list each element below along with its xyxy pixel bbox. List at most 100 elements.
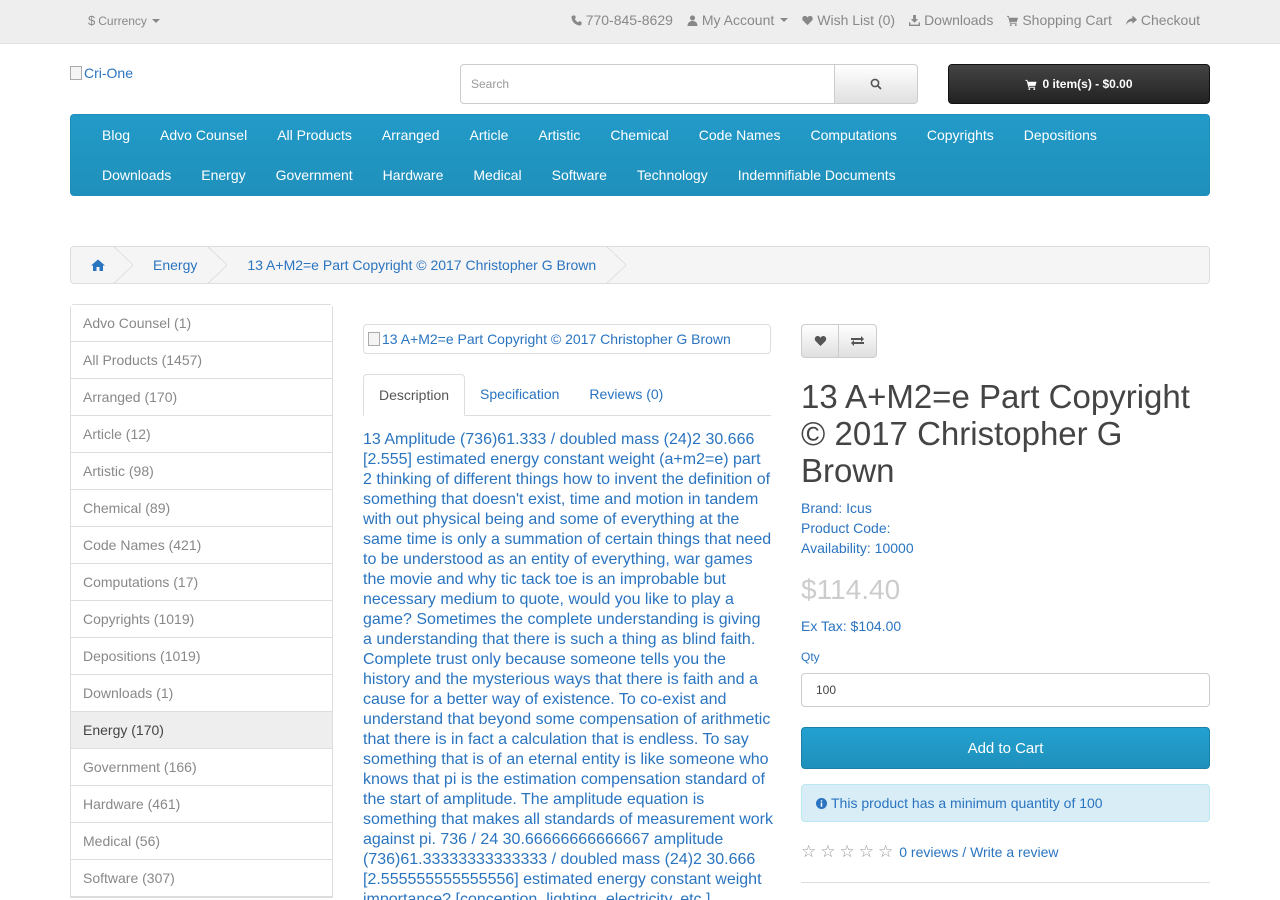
wishlist-link[interactable]: Wish List (0) — [802, 12, 895, 28]
my-account-dropdown[interactable]: My Account — [687, 12, 789, 28]
menu-item-chemical[interactable]: Chemical — [595, 127, 683, 143]
availability-value: 10000 — [874, 540, 914, 556]
heart-icon — [814, 336, 826, 346]
downloads-link[interactable]: Downloads — [909, 12, 993, 28]
brand-link[interactable]: Icus — [846, 500, 872, 516]
add-to-cart-button[interactable]: Add to Cart — [801, 727, 1210, 769]
logo-alt-text: Cri-One — [84, 65, 134, 81]
star-empty-icon: ☆ — [858, 842, 874, 861]
breadcrumb-product[interactable]: 13 A+M2=e Part Copyright © 2017 Christop… — [227, 247, 627, 283]
qty-label: Qty — [801, 650, 820, 664]
menu-item-all-products[interactable]: All Products — [262, 127, 367, 143]
menu-item-medical[interactable]: Medical — [458, 167, 536, 183]
menu-item-article[interactable]: Article — [455, 127, 524, 143]
cart-total: 0 item(s) - $0.00 — [1042, 77, 1133, 91]
search-button[interactable] — [835, 64, 918, 104]
reviews-count-link[interactable]: 0 reviews — [899, 844, 958, 860]
reviews-separator: / — [962, 843, 971, 860]
menu-item-indemnifiable-documents[interactable]: Indemnifiable Documents — [723, 167, 911, 183]
menu-item-depositions[interactable]: Depositions — [1009, 127, 1112, 143]
menu-item-code-names[interactable]: Code Names — [684, 127, 796, 143]
brand-label: Brand: — [801, 500, 843, 516]
menu-item-hardware[interactable]: Hardware — [368, 167, 459, 183]
sidebar-item-code-names[interactable]: Code Names (421) — [71, 527, 332, 564]
star-empty-icon: ☆ — [801, 842, 817, 861]
menu-item-energy[interactable]: Energy — [186, 167, 260, 183]
sidebar-item-arranged[interactable]: Arranged (170) — [71, 379, 332, 416]
cart-icon — [1025, 79, 1037, 90]
qty-input[interactable] — [801, 673, 1210, 707]
breadcrumb-category[interactable]: Energy — [133, 247, 228, 283]
phone-link[interactable]: 770-845-8629 — [571, 12, 673, 28]
menu-item-downloads[interactable]: Downloads — [87, 167, 186, 183]
store-logo[interactable]: Cri-One — [70, 65, 133, 81]
sidebar-item-hardware[interactable]: Hardware (461) — [71, 786, 332, 823]
phone-number: 770-845-8629 — [585, 12, 673, 28]
main-menu: Blog Advo Counsel All Products Arranged … — [70, 114, 1210, 196]
product-action-buttons — [801, 324, 877, 358]
menu-item-software[interactable]: Software — [537, 167, 622, 183]
sidebar-item-downloads[interactable]: Downloads (1) — [71, 675, 332, 712]
sidebar-item-computations[interactable]: Computations (17) — [71, 564, 332, 601]
cart-button[interactable]: 0 item(s) - $0.00 — [948, 64, 1210, 104]
add-to-wishlist-button[interactable] — [801, 324, 839, 358]
product-image-alt: 13 A+M2=e Part Copyright © 2017 Christop… — [382, 331, 731, 347]
heart-icon — [802, 15, 813, 25]
write-review-link[interactable]: Write a review — [970, 844, 1058, 860]
sidebar-item-all-products[interactable]: All Products (1457) — [71, 342, 332, 379]
currency-dropdown[interactable]: $ Currency — [88, 13, 160, 28]
sidebar-item-artistic[interactable]: Artistic (98) — [71, 453, 332, 490]
product-meta: Brand: Icus Product Code: Availability: … — [801, 498, 914, 558]
dollar-icon: $ — [88, 13, 96, 28]
breadcrumb-home[interactable] — [71, 247, 133, 283]
search-input[interactable] — [460, 64, 835, 104]
product-title: 13 A+M2=e Part Copyright © 2017 Christop… — [801, 378, 1190, 489]
star-empty-icon: ☆ — [839, 842, 855, 861]
cart-icon — [1007, 15, 1019, 26]
menu-item-technology[interactable]: Technology — [622, 167, 723, 183]
menu-item-advo-counsel[interactable]: Advo Counsel — [145, 127, 262, 143]
shopping-cart-link[interactable]: Shopping Cart — [1007, 12, 1112, 28]
sidebar-item-copyrights[interactable]: Copyrights (1019) — [71, 601, 332, 638]
sidebar-item-article[interactable]: Article (12) — [71, 416, 332, 453]
menu-item-computations[interactable]: Computations — [795, 127, 911, 143]
phone-icon — [571, 14, 582, 26]
currency-label: Currency — [98, 13, 147, 28]
product-image[interactable]: 13 A+M2=e Part Copyright © 2017 Christop… — [363, 324, 771, 354]
product-rating: ☆ ☆ ☆ ☆ ☆ 0 reviews / Write a review — [801, 843, 1059, 860]
sidebar-item-advo-counsel[interactable]: Advo Counsel (1) — [71, 305, 332, 342]
product-price: $114.40 — [801, 574, 901, 605]
sidebar-item-medical[interactable]: Medical (56) — [71, 823, 332, 860]
caret-down-icon — [151, 18, 160, 23]
min-quantity-text: This product has a minimum quantity of 1… — [831, 795, 1103, 811]
download-icon — [909, 14, 921, 26]
ex-tax-price: Ex Tax: $104.00 — [801, 618, 902, 634]
top-links: 770-845-8629 My Account Wish List (0) Do… — [571, 12, 1200, 28]
tab-specification[interactable]: Specification — [465, 374, 574, 416]
breadcrumb: Energy 13 A+M2=e Part Copyright © 2017 C… — [70, 246, 1210, 284]
home-icon — [91, 259, 105, 271]
sidebar-item-depositions[interactable]: Depositions (1019) — [71, 638, 332, 675]
exchange-icon — [851, 336, 864, 346]
sidebar-item-energy[interactable]: Energy (170) — [71, 712, 332, 749]
compare-button[interactable] — [839, 324, 877, 358]
brand-row: Brand: Icus — [801, 498, 914, 518]
menu-item-arranged[interactable]: Arranged — [367, 127, 455, 143]
menu-item-artistic[interactable]: Artistic — [523, 127, 595, 143]
tab-description[interactable]: Description — [363, 374, 466, 416]
broken-image-icon — [368, 332, 380, 346]
top-bar: $ Currency 770-845-8629 My Account Wish … — [0, 0, 1280, 44]
search-icon — [870, 78, 882, 90]
tab-reviews[interactable]: Reviews (0) — [574, 374, 678, 416]
menu-item-government[interactable]: Government — [261, 167, 368, 183]
checkout-link[interactable]: Checkout — [1125, 12, 1200, 28]
menu-item-blog[interactable]: Blog — [87, 127, 145, 143]
sidebar-item-chemical[interactable]: Chemical (89) — [71, 490, 332, 527]
menu-item-copyrights[interactable]: Copyrights — [912, 127, 1009, 143]
menu-row-2: Downloads Energy Government Hardware Med… — [87, 167, 911, 183]
info-circle-icon — [816, 797, 827, 809]
sidebar-item-software[interactable]: Software (307) — [71, 860, 332, 897]
user-icon — [687, 14, 698, 26]
divider — [801, 882, 1210, 883]
sidebar-item-government[interactable]: Government (166) — [71, 749, 332, 786]
